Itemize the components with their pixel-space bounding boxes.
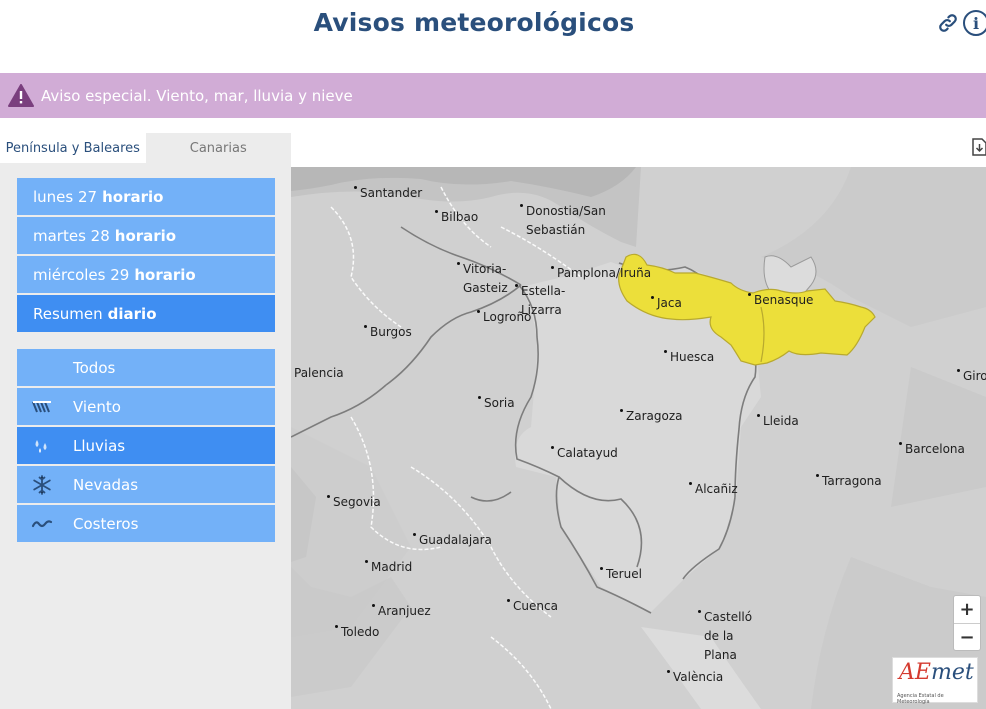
- aemet-logo[interactable]: AEmet Agencia Estatal de Meteorología: [892, 657, 978, 705]
- city-tarragona: Tarragona: [816, 472, 882, 491]
- alert-banner: Aviso especial. Viento, mar, lluvia y ni…: [0, 73, 986, 118]
- day-label: miércoles 29: [33, 265, 130, 284]
- city-teruel: Teruel: [600, 565, 642, 584]
- zoom-out-button[interactable]: −: [954, 624, 980, 651]
- city-pamplona: Pamplona/Iruña: [551, 264, 651, 283]
- logo-subtitle: Agencia Estatal de Meteorología: [897, 693, 944, 705]
- logo-brand: AEmet: [899, 660, 974, 685]
- city-zaragoza: Zaragoza: [620, 407, 682, 426]
- type-label: Costeros: [73, 514, 139, 533]
- city-madrid: Madrid: [365, 558, 412, 577]
- wave-icon: [31, 514, 53, 534]
- map-terrain: [291, 167, 986, 709]
- region-tabs: Península y Baleares Canarias: [0, 133, 291, 163]
- city-bilbao: Bilbao: [435, 208, 478, 227]
- warning-type-list: Todos Viento Lluvias Nevadas Costeros: [17, 349, 275, 544]
- city-vitoria: Vitoria- Gasteiz: [457, 260, 508, 298]
- city-logrono: Logroño: [477, 308, 531, 327]
- link-icon[interactable]: [936, 11, 960, 35]
- type-item-nevadas[interactable]: Nevadas: [17, 466, 275, 503]
- zoom-control: + −: [953, 595, 981, 651]
- type-label: Todos: [73, 358, 116, 377]
- city-huesca: Huesca: [664, 348, 714, 367]
- city-calatayud: Calatayud: [551, 444, 618, 463]
- city-soria: Soria: [478, 394, 515, 413]
- city-cuenca: Cuenca: [507, 597, 558, 616]
- alert-text: Aviso especial. Viento, mar, lluvia y ni…: [41, 86, 353, 105]
- tab-peninsula[interactable]: Península y Baleares: [0, 133, 146, 163]
- city-palencia: Palencia: [294, 364, 344, 383]
- day-item-lunes[interactable]: lunes 27 horario: [17, 178, 275, 215]
- city-santander: Santander: [354, 184, 422, 203]
- day-mode: horario: [102, 187, 164, 206]
- city-benasque: Benasque: [748, 291, 813, 310]
- type-item-viento[interactable]: Viento: [17, 388, 275, 425]
- left-panel: Península y Baleares Canarias lunes 27 ho…: [0, 133, 291, 709]
- day-item-resumen[interactable]: Resumen diario: [17, 295, 275, 332]
- zoom-in-button[interactable]: +: [954, 596, 980, 624]
- city-burgos: Burgos: [364, 323, 412, 342]
- city-lleida: Lleida: [757, 412, 799, 431]
- city-girona: Giro: [957, 367, 986, 386]
- info-icon[interactable]: i: [963, 10, 986, 36]
- day-item-martes[interactable]: martes 28 horario: [17, 217, 275, 254]
- wind-icon: [31, 397, 53, 417]
- day-label: lunes 27: [33, 187, 98, 206]
- day-mode: horario: [134, 265, 196, 284]
- city-barcelona: Barcelona: [899, 440, 965, 459]
- day-mode: horario: [114, 226, 177, 245]
- day-list: lunes 27 horario martes 28 horario miércol…: [17, 178, 275, 334]
- type-label: Nevadas: [73, 475, 139, 494]
- page-title: Avisos meteorológicos: [313, 8, 635, 37]
- city-aranjuez: Aranjuez: [372, 602, 431, 621]
- day-label: Resumen: [33, 304, 103, 323]
- type-item-costeros[interactable]: Costeros: [17, 505, 275, 542]
- warnings-map[interactable]: Santander Bilbao Donostia/San Sebastián V…: [291, 167, 986, 709]
- rain-icon: [31, 436, 53, 456]
- city-toledo: Toledo: [335, 623, 379, 642]
- city-castello: Castelló de la Plana: [698, 608, 752, 665]
- city-valencia: València: [667, 668, 723, 687]
- type-label: Lluvias: [73, 436, 126, 455]
- day-label: martes 28: [33, 226, 110, 245]
- tab-canarias[interactable]: Canarias: [145, 133, 291, 163]
- snowflake-icon: [31, 475, 53, 495]
- city-jaca: Jaca: [651, 294, 682, 313]
- city-segovia: Segovia: [327, 493, 381, 512]
- download-icon[interactable]: [970, 137, 986, 157]
- day-item-miercoles[interactable]: miércoles 29 horario: [17, 256, 275, 293]
- type-item-todos[interactable]: Todos: [17, 349, 275, 386]
- city-donostia: Donostia/San Sebastián: [520, 202, 606, 240]
- city-alcaniz: Alcañiz: [689, 480, 738, 499]
- warning-icon: [8, 83, 34, 108]
- type-label: Viento: [73, 397, 121, 416]
- city-guadalajara: Guadalajara: [413, 531, 492, 550]
- type-item-lluvias[interactable]: Lluvias: [17, 427, 275, 464]
- day-mode: diario: [107, 304, 157, 323]
